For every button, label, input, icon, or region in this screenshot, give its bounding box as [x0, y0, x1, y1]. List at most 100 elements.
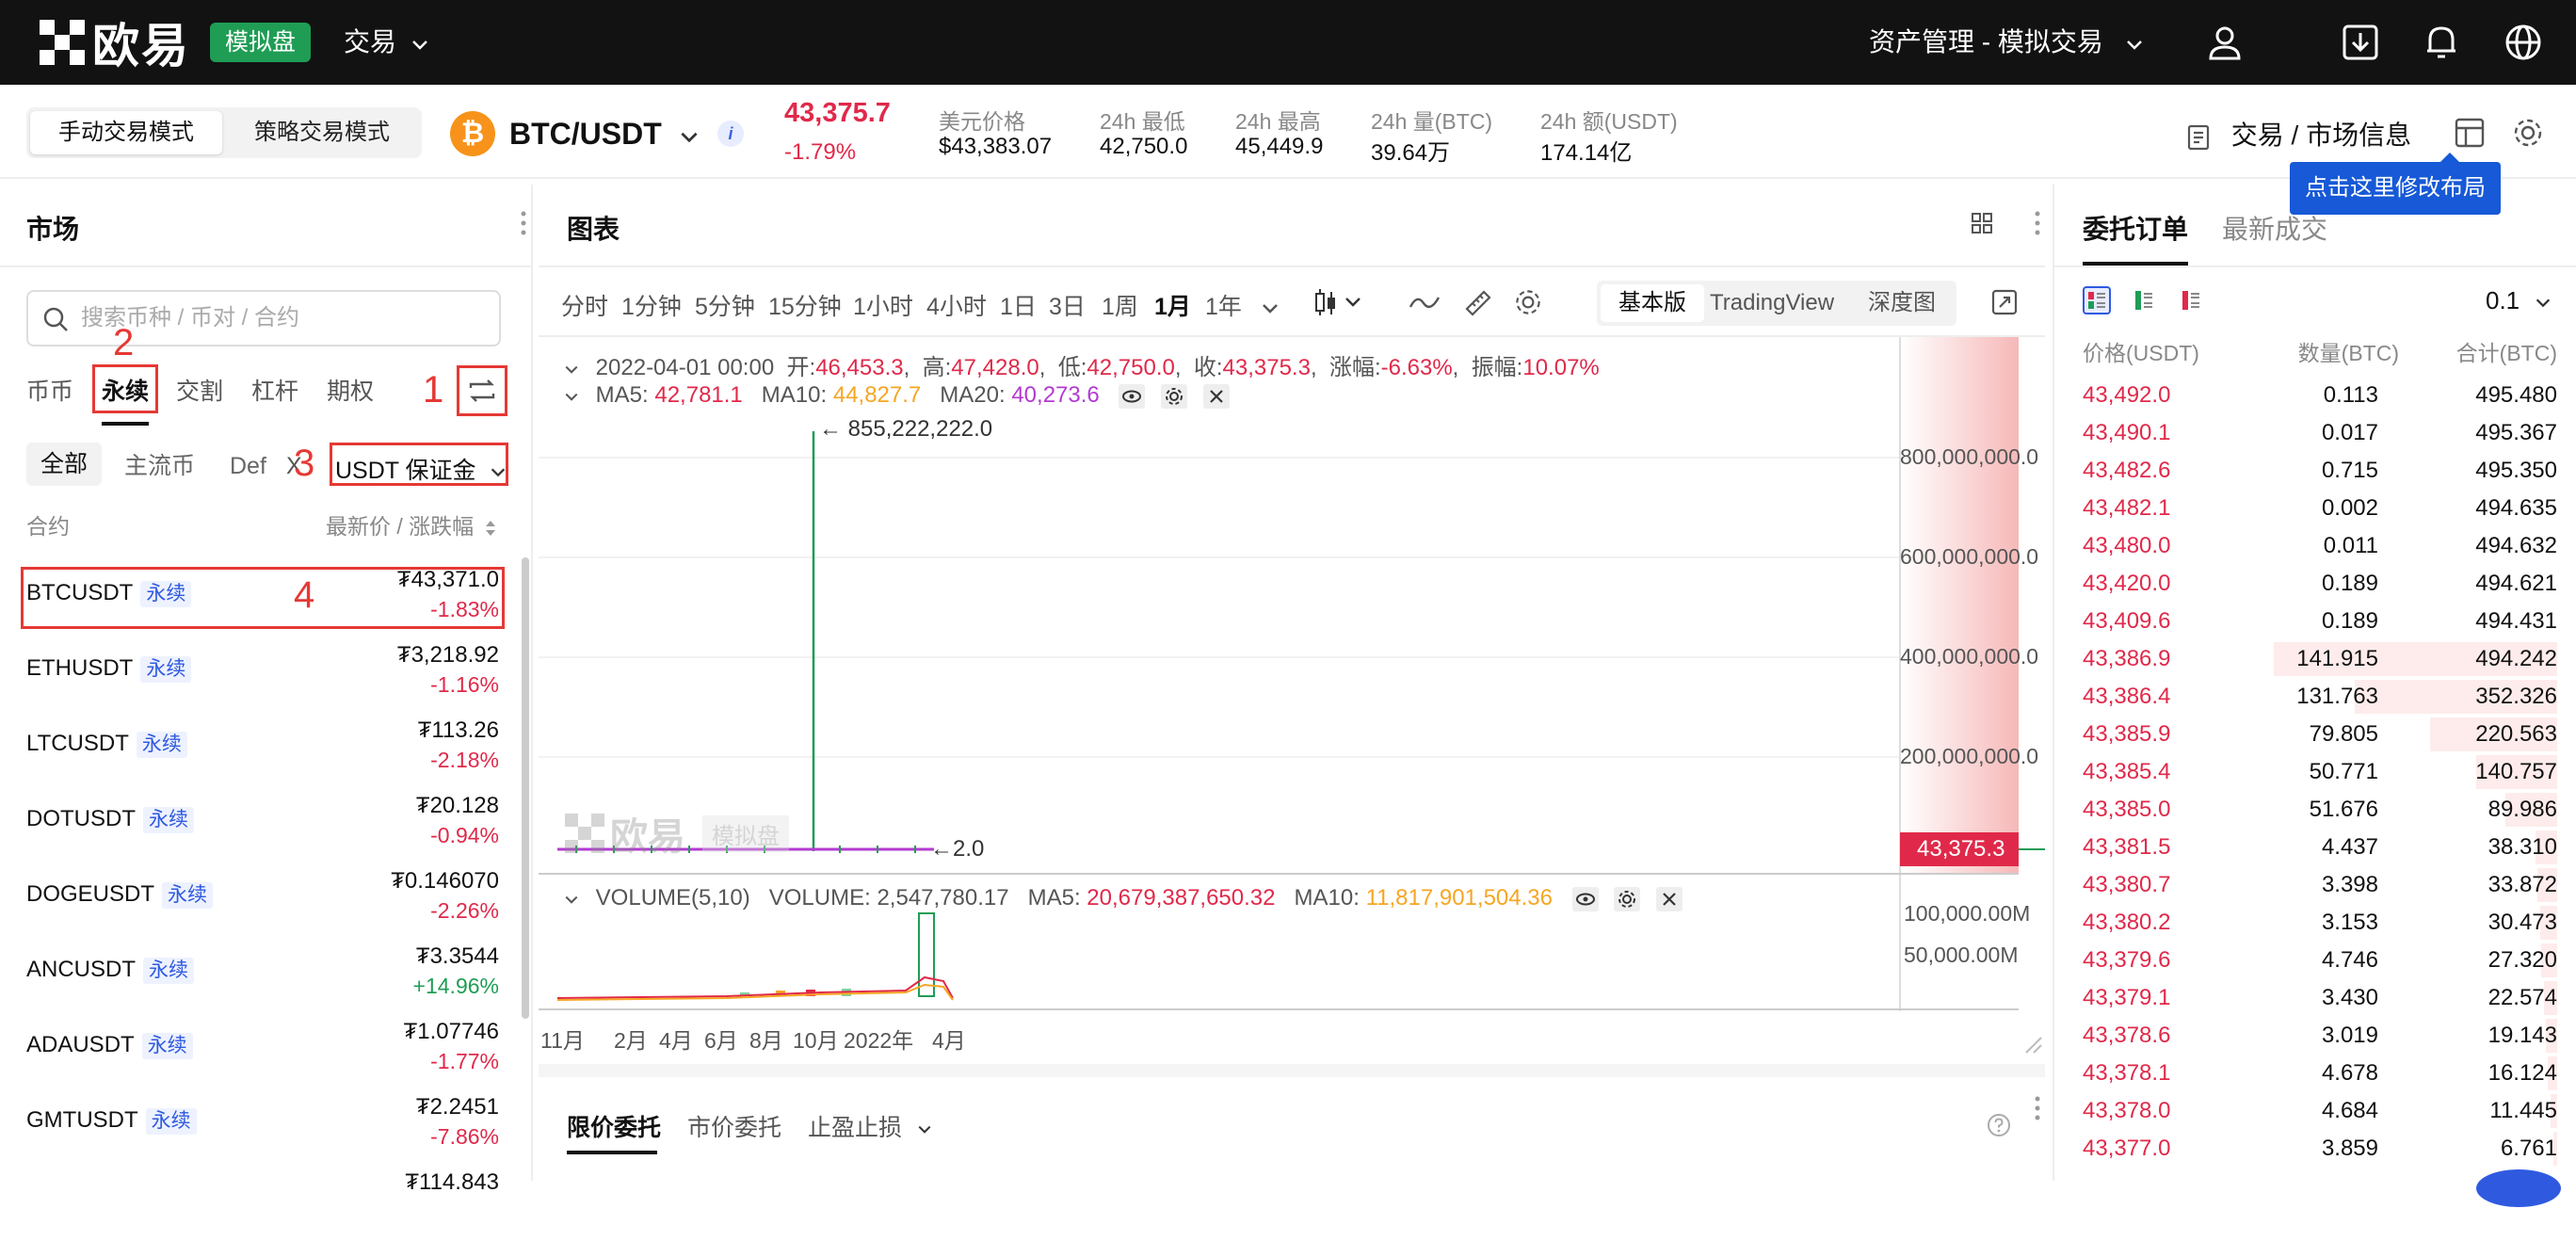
ask-row[interactable]: 43,420.0 0.189 494.621 [2083, 565, 2557, 603]
timeframe-5m[interactable]: 5分钟 [695, 288, 755, 322]
tab-spot[interactable]: 币币 [26, 373, 73, 407]
asset-management-menu[interactable]: 资产管理 - 模拟交易 [1869, 23, 2145, 62]
filter-all[interactable]: 全部 [26, 443, 102, 486]
user-icon[interactable] [2203, 21, 2246, 64]
fullscreen-icon[interactable] [1990, 288, 2019, 316]
strategy-trading-mode-button[interactable]: 策略交易模式 [226, 111, 418, 154]
trade-menu[interactable]: 交易 [344, 23, 430, 62]
ask-row[interactable]: 43,386.4 131.763 352.326 [2083, 678, 2557, 716]
ask-row[interactable]: 43,490.1 0.017 495.367 [2083, 414, 2557, 452]
ask-row[interactable]: 43,480.0 0.011 494.632 [2083, 527, 2557, 565]
manual-trading-mode-button[interactable]: 手动交易模式 [30, 111, 222, 154]
timeframe-3d[interactable]: 3日 [1049, 288, 1086, 322]
ask-price: 43,482.1 [2083, 495, 2171, 521]
precision-selector[interactable]: 0.1 [2486, 286, 2552, 315]
drag-handle-icon[interactable] [520, 209, 527, 237]
tab-options[interactable]: 期权 [327, 373, 374, 407]
timeframe-4h[interactable]: 4小时 [926, 288, 987, 322]
timeframe-1w[interactable]: 1周 [1102, 288, 1138, 322]
ask-row[interactable]: 43,385.4 50.771 140.757 [2083, 753, 2557, 791]
chart-settings-gear-icon[interactable] [1512, 286, 1544, 318]
market-info-link[interactable]: 交易 / 市场信息 [2184, 117, 2411, 154]
tab-stop-order[interactable]: 止盈止损 [808, 1109, 933, 1143]
market-row[interactable]: LTCUSDT 永续 ₮113.26 -2.18% [0, 714, 508, 789]
tab-limit-order[interactable]: 限价委托 [567, 1109, 661, 1143]
orderbook-asks-view-icon[interactable] [2177, 286, 2205, 314]
orderbook-both-view-icon[interactable] [2083, 286, 2111, 314]
usdt-margin-selector[interactable]: USDT 保证金 [335, 452, 507, 486]
ask-row[interactable]: 43,379.6 4.746 27.320 [2083, 942, 2557, 979]
view-basic-button[interactable]: 基本版 [1601, 284, 1704, 322]
ask-row[interactable]: 43,482.1 0.002 494.635 [2083, 490, 2557, 527]
timeframe-1m[interactable]: 1分钟 [621, 288, 682, 322]
tab-order-book[interactable]: 委托订单 [2083, 209, 2188, 247]
volume-ma5-line [556, 975, 954, 999]
ask-row[interactable]: 43,385.9 79.805 220.563 [2083, 716, 2557, 753]
ask-row[interactable]: 43,379.1 3.430 22.574 [2083, 979, 2557, 1017]
ask-row[interactable]: 43,482.6 0.715 495.350 [2083, 452, 2557, 490]
ask-row[interactable]: 43,378.1 4.678 16.124 [2083, 1055, 2557, 1092]
ask-row[interactable]: 43,377.0 3.859 6.761 [2083, 1130, 2557, 1168]
price-column-header[interactable]: 最新价 / 涨跌幅 [326, 508, 497, 540]
timeframe-1h[interactable]: 1小时 [853, 288, 913, 322]
globe-language-icon[interactable] [2502, 21, 2545, 64]
market-row[interactable]: ₮114.843 [0, 1166, 508, 1241]
indicator-icon[interactable] [1409, 288, 1441, 316]
ask-row[interactable]: 43,378.6 3.019 19.143 [2083, 1017, 2557, 1055]
ask-row[interactable]: 43,380.7 3.398 33.872 [2083, 866, 2557, 904]
timeframe-1y-selector[interactable]: 1年 [1205, 288, 1280, 322]
swap-arrows-icon[interactable] [467, 377, 497, 405]
ask-row[interactable]: 43,381.5 4.437 38.310 [2083, 829, 2557, 866]
total-column-header: 合计(BTC) [2455, 341, 2557, 365]
market-row[interactable]: GMTUSDT 永续 ₮2.2451 -7.86% [0, 1090, 508, 1166]
annotation-box-4 [21, 567, 505, 629]
layout-icon[interactable] [2454, 117, 2486, 149]
close-icon[interactable] [1656, 886, 1682, 911]
tab-margin[interactable]: 杠杆 [251, 373, 298, 407]
gear-icon[interactable] [2510, 115, 2546, 151]
pair-selector[interactable]: BTC/USDT [509, 111, 700, 156]
24h-turnover-value: 174.14亿 [1540, 140, 1633, 166]
ask-row[interactable]: 43,385.0 51.676 89.986 [2083, 791, 2557, 829]
tab-latest-trades[interactable]: 最新成交 [2222, 209, 2327, 247]
ask-row[interactable]: 43,378.0 4.684 11.445 [2083, 1092, 2557, 1130]
orderbook-bids-view-icon[interactable] [2130, 286, 2158, 314]
market-row[interactable]: ADAUSDT 永续 ₮1.07746 -1.77% [0, 1015, 508, 1090]
help-icon[interactable] [1987, 1113, 2011, 1137]
drag-handle-icon[interactable] [2034, 209, 2041, 237]
ask-row[interactable]: 43,386.9 141.915 494.242 [2083, 640, 2557, 678]
filter-defi[interactable]: Def [230, 448, 266, 484]
market-row[interactable]: ETHUSDT 永续 ₮3,218.92 -1.16% [0, 638, 508, 714]
gear-icon[interactable] [1614, 886, 1641, 911]
24h-turnover-label: 24h 额(USDT) [1540, 109, 1678, 134]
market-list-scrollbar[interactable] [522, 557, 529, 1019]
timeframe-1mo[interactable]: 1月 [1154, 288, 1191, 322]
timeframe-1d[interactable]: 1日 [1000, 288, 1037, 322]
timeframe-15m[interactable]: 15分钟 [768, 288, 842, 322]
view-tradingview-button[interactable]: TradingView [1710, 284, 1834, 322]
ask-row[interactable]: 43,380.2 3.153 30.473 [2083, 904, 2557, 942]
download-icon[interactable] [2339, 21, 2382, 64]
info-icon[interactable]: i [717, 121, 744, 147]
eye-icon[interactable] [1571, 886, 1599, 911]
floating-action-button[interactable] [2476, 1169, 2561, 1207]
market-row[interactable]: DOTUSDT 永续 ₮20.128 -0.94% [0, 789, 508, 864]
market-row[interactable]: DOGEUSDT 永续 ₮0.146070 -2.26% [0, 864, 508, 940]
ruler-draw-icon[interactable] [1461, 286, 1493, 318]
timeframe-line[interactable]: 分时 [561, 288, 608, 322]
notification-bell-icon[interactable] [2420, 21, 2463, 64]
filter-mainstream[interactable]: 主流币 [124, 448, 195, 484]
view-depth-button[interactable]: 深度图 [1868, 284, 1936, 322]
chevron-down-icon[interactable] [563, 891, 580, 908]
market-search-input[interactable]: 搜索币种 / 币对 / 合约 [26, 290, 501, 347]
tab-market-order[interactable]: 市价委托 [687, 1109, 781, 1143]
grid-layout-icon[interactable] [1970, 211, 1994, 235]
ask-row[interactable]: 43,492.0 0.113 495.480 [2083, 377, 2557, 414]
tab-futures[interactable]: 交割 [176, 373, 223, 407]
drag-handle-icon[interactable] [2034, 1094, 2041, 1122]
candlestick-type-icon[interactable] [1312, 286, 1365, 318]
market-row[interactable]: ANCUSDT 永续 ₮3.3544 +14.96% [0, 940, 508, 1015]
ask-row[interactable]: 43,409.6 0.189 494.431 [2083, 603, 2557, 640]
okx-logo[interactable]: 欧易 [40, 17, 190, 73]
candlestick-chart[interactable] [539, 337, 2045, 1064]
